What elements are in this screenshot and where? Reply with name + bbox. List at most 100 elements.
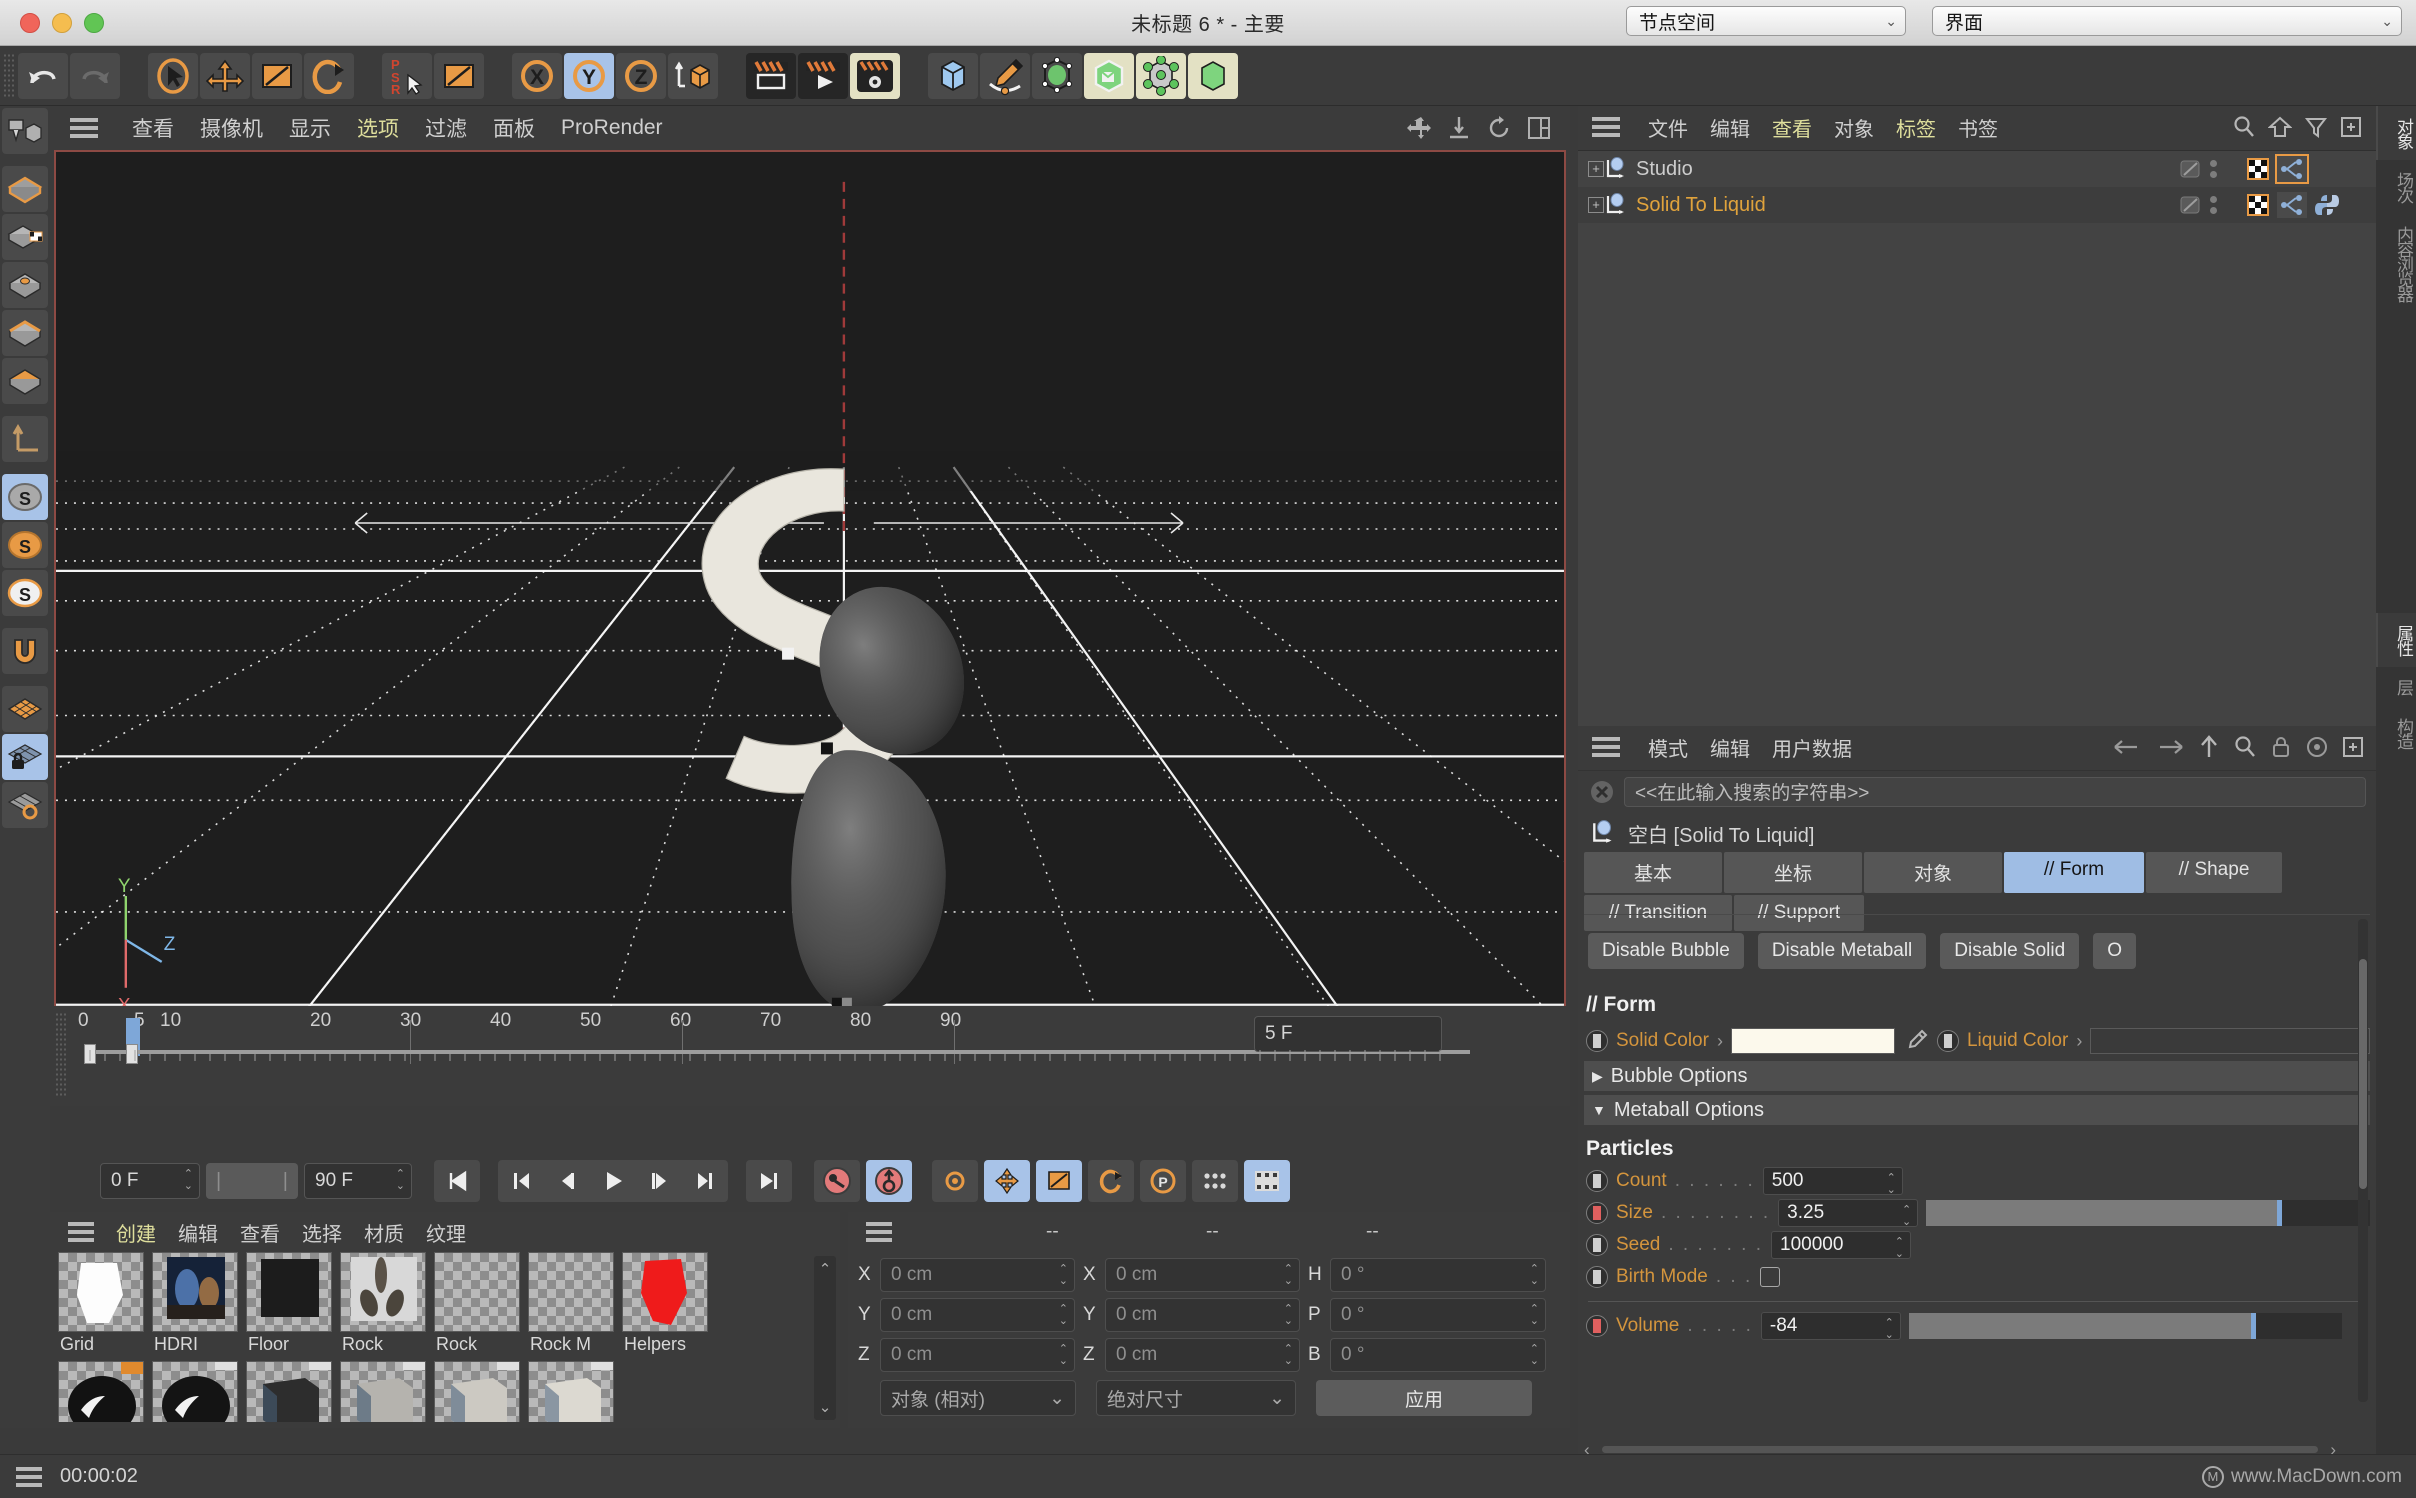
subdivision-surface-button[interactable] xyxy=(1032,52,1082,99)
vtab-structure[interactable]: 构造 xyxy=(2376,706,2416,760)
at-menu-edit[interactable]: 编辑 xyxy=(1710,733,1750,762)
model-mode-button[interactable] xyxy=(2,166,48,212)
expand-icon[interactable]: + xyxy=(1588,161,1604,177)
attributes-hscrollbar[interactable]: ‹ › xyxy=(1584,1440,2336,1459)
snap-settings-button[interactable]: S xyxy=(2,522,48,568)
record-keyframe-button[interactable] xyxy=(814,1160,860,1202)
lock-x-axis-button[interactable]: X xyxy=(512,52,562,99)
animation-dot-icon[interactable] xyxy=(1586,1315,1608,1337)
coord-input-pos-y[interactable]: 0 cm ⌃ ⌄ xyxy=(880,1298,1075,1332)
search-icon[interactable] xyxy=(2232,115,2256,139)
python-tag-icon[interactable] xyxy=(2313,192,2341,218)
material-tag-icon[interactable] xyxy=(2245,192,2271,218)
lock-icon[interactable] xyxy=(2270,735,2292,759)
material-item[interactable] xyxy=(152,1361,238,1422)
material-item[interactable] xyxy=(58,1361,144,1422)
prev-keyframe-button[interactable] xyxy=(498,1160,544,1202)
coord-input-size-z[interactable]: 0 cm ⌃ ⌄ xyxy=(1105,1338,1300,1372)
move-tool-button[interactable] xyxy=(200,52,250,99)
zoom-fit-icon[interactable] xyxy=(1446,115,1472,141)
stepper-icon[interactable]: ⌃ ⌄ xyxy=(1887,1172,1896,1196)
layout-icon[interactable] xyxy=(1526,115,1552,141)
scale-tool-button[interactable] xyxy=(252,52,302,99)
go-to-end-button[interactable] xyxy=(746,1160,792,1202)
material-menu-material[interactable]: 材质 xyxy=(364,1218,404,1247)
coord-size-dropdown[interactable]: 绝对尺寸 ⌄ xyxy=(1096,1380,1296,1416)
bubble-options-fold[interactable]: ▶ Bubble Options xyxy=(1584,1061,2370,1091)
node-space-dropdown[interactable]: 节点空间 ⌄ xyxy=(1626,6,1906,36)
attributes-vscrollbar[interactable] xyxy=(2358,919,2368,1402)
coord-input-size-y[interactable]: 0 cm ⌃ ⌄ xyxy=(1105,1298,1300,1332)
render-queue-button[interactable] xyxy=(798,52,848,99)
om-menu-object[interactable]: 对象 xyxy=(1834,113,1874,142)
stepper-icon[interactable]: ⌃ ⌄ xyxy=(1902,1204,1911,1228)
workplane-snap-button[interactable]: S xyxy=(2,570,48,616)
animation-dot-icon[interactable] xyxy=(1586,1202,1608,1224)
workplane-button[interactable] xyxy=(2,686,48,732)
disable-other-button[interactable]: O xyxy=(2093,933,2136,969)
stepper-icon[interactable]: ⌃ ⌄ xyxy=(1885,1317,1894,1341)
material-menu-texture[interactable]: 纹理 xyxy=(426,1218,466,1247)
coord-input-pos-z[interactable]: 0 cm ⌃ ⌄ xyxy=(880,1338,1075,1372)
animation-dot-icon[interactable] xyxy=(1936,1030,1959,1052)
make-editable-button[interactable] xyxy=(2,108,48,154)
select-tool-button[interactable] xyxy=(148,52,198,99)
vtab-takes[interactable]: 场次 xyxy=(2376,160,2416,214)
tab-object[interactable]: 对象 xyxy=(1864,852,2002,893)
timeline-editor-button[interactable] xyxy=(1244,1160,1290,1202)
material-item[interactable]: Rock xyxy=(340,1252,426,1355)
tab-coord[interactable]: 坐标 xyxy=(1724,852,1862,893)
om-menu-file[interactable]: 文件 xyxy=(1648,113,1688,142)
stepper-icon[interactable]: ⌃ ⌄ xyxy=(1530,1263,1539,1287)
extra-primitive-button[interactable] xyxy=(1188,52,1238,99)
stepper-icon[interactable]: ⌃ ⌄ xyxy=(184,1168,193,1192)
lock-z-axis-button[interactable]: Z xyxy=(616,52,666,99)
material-menu-select[interactable]: 选择 xyxy=(302,1218,342,1247)
viewport-menu-panel[interactable]: 面板 xyxy=(493,113,535,143)
lock-y-axis-button[interactable]: Y xyxy=(564,52,614,99)
viewport-3d[interactable]: Y Z X xyxy=(54,150,1566,1056)
visibility-toggle-icon[interactable] xyxy=(2178,192,2204,218)
scroll-up-icon[interactable]: ⌃ xyxy=(819,1260,832,1278)
stepper-icon[interactable]: ⌃ ⌄ xyxy=(1284,1303,1293,1327)
cube-primitive-button[interactable] xyxy=(928,52,978,99)
stepper-icon[interactable]: ⌃ ⌄ xyxy=(1059,1343,1068,1367)
axis-mode-button[interactable] xyxy=(2,416,48,462)
eyedropper-icon[interactable] xyxy=(1903,1028,1929,1054)
tab-basic[interactable]: 基本 xyxy=(1584,852,1722,893)
material-item[interactable]: Grid xyxy=(58,1252,144,1355)
vtab-layers[interactable]: 层 xyxy=(2376,667,2416,706)
metaball-options-fold[interactable]: ▼ Metaball Options xyxy=(1584,1095,2370,1125)
undo-button[interactable] xyxy=(18,52,68,99)
expand-icon[interactable]: + xyxy=(1588,197,1604,213)
render-settings-button[interactable] xyxy=(850,52,900,99)
lock-workplane-button[interactable] xyxy=(2,734,48,780)
hamburger-icon[interactable] xyxy=(68,1222,94,1242)
render-view-button[interactable] xyxy=(746,52,796,99)
back-arrow-icon[interactable] xyxy=(2112,736,2142,758)
workplane-mode-button[interactable] xyxy=(2,782,48,828)
viewport-menu-camera[interactable]: 摄像机 xyxy=(200,113,263,143)
vtab-content-browser[interactable]: 内容浏览器 xyxy=(2376,214,2416,313)
material-tag-icon[interactable] xyxy=(2245,156,2271,182)
psr-tool-button[interactable]: PSR xyxy=(382,52,432,99)
polygon-mode-button[interactable] xyxy=(2,358,48,404)
keyframe-settings-button[interactable] xyxy=(932,1160,978,1202)
at-menu-userdata[interactable]: 用户数据 xyxy=(1772,733,1852,762)
viewport-menu-filter[interactable]: 过滤 xyxy=(425,113,467,143)
coord-input-pos-x[interactable]: 0 cm ⌃ ⌄ xyxy=(880,1258,1075,1292)
scene-nodes-button[interactable] xyxy=(1084,52,1134,99)
stepper-icon[interactable]: ⌃ ⌄ xyxy=(396,1168,405,1192)
new-panel-icon[interactable] xyxy=(2342,735,2364,759)
search-input[interactable]: <<在此输入搜索的字符串>> xyxy=(1624,776,2366,807)
stepper-icon[interactable]: ⌃ ⌄ xyxy=(1284,1263,1293,1287)
up-arrow-icon[interactable] xyxy=(2198,735,2220,759)
world-coordinate-button[interactable] xyxy=(668,52,718,99)
edge-mode-button[interactable] xyxy=(2,310,48,356)
key-point-level-button[interactable] xyxy=(1192,1160,1238,1202)
rotate-tool-button[interactable] xyxy=(304,52,354,99)
filter-icon[interactable] xyxy=(2304,115,2328,139)
hamburger-icon[interactable] xyxy=(1592,117,1620,137)
animation-dot-icon[interactable] xyxy=(1586,1170,1608,1192)
visibility-toggle-icon[interactable] xyxy=(2178,156,2204,182)
